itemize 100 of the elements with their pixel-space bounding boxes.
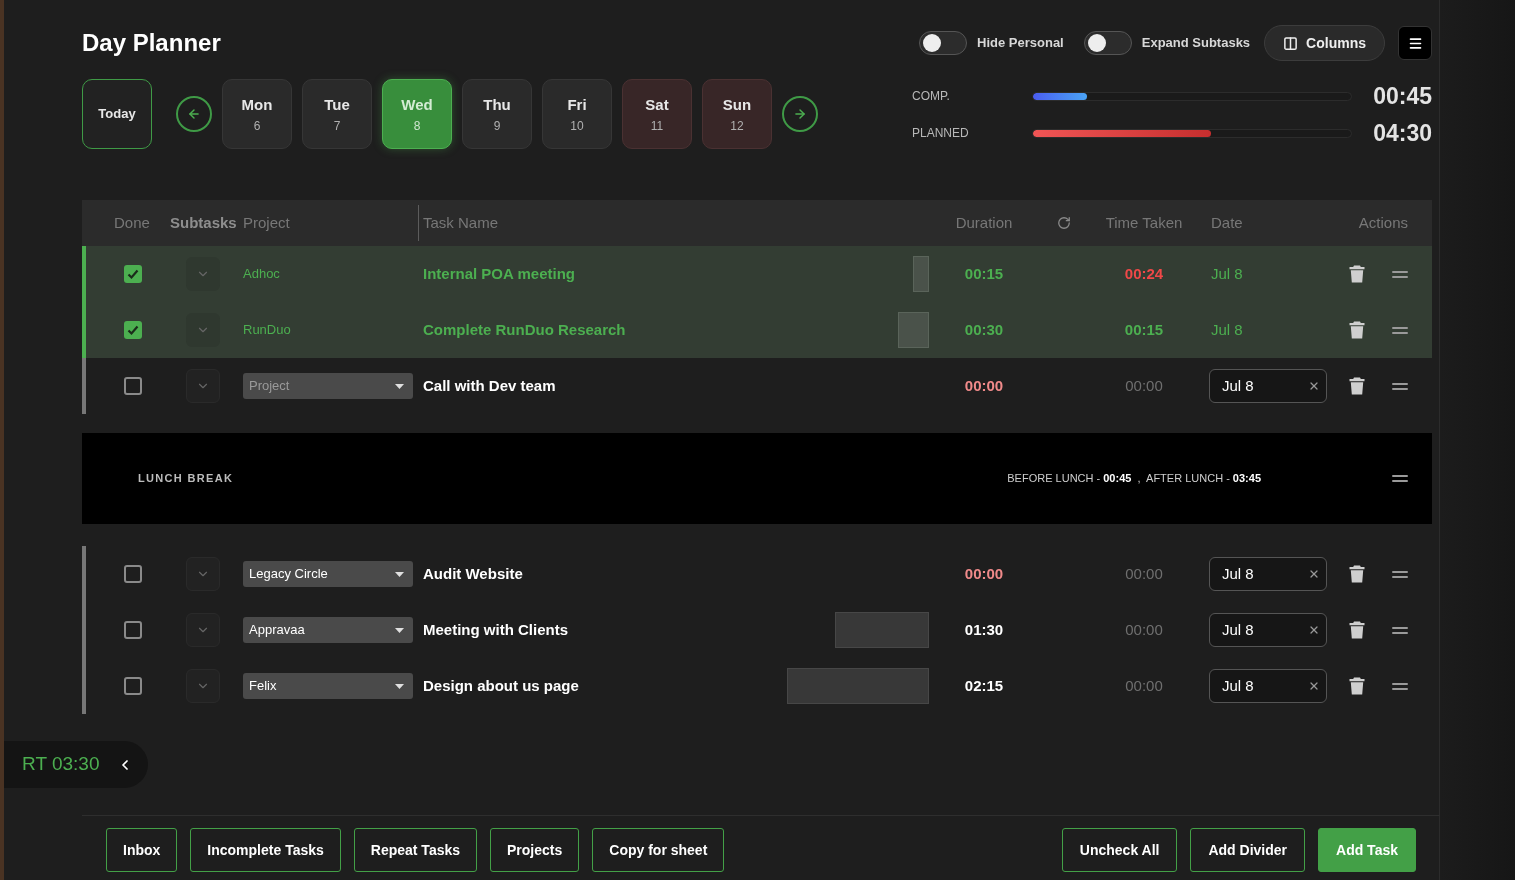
- time-taken-text: 00:24: [1124, 263, 1164, 284]
- done-checkbox[interactable]: [124, 621, 142, 639]
- trash-icon[interactable]: [1349, 677, 1365, 695]
- footer-button[interactable]: Inbox: [106, 828, 178, 872]
- done-checkbox[interactable]: [124, 677, 142, 695]
- done-checkbox[interactable]: [124, 565, 142, 583]
- drag-handle-icon[interactable]: [1392, 382, 1408, 390]
- app-title: Day Planner: [82, 28, 221, 58]
- footer-button[interactable]: Incomplete Tasks: [190, 828, 341, 872]
- toggle-switch[interactable]: [1083, 31, 1132, 55]
- toggle-label: Expand Subtasks: [1141, 34, 1251, 53]
- caret-down-icon: [395, 627, 404, 633]
- done-checkbox[interactable]: [124, 321, 142, 339]
- drag-handle-icon[interactable]: [1392, 475, 1408, 482]
- duration-text: 00:00: [964, 375, 1004, 396]
- progress-value: 04:30: [1373, 118, 1432, 148]
- time-taken-text: 00:00: [1125, 563, 1163, 584]
- subtasks-toggle-button[interactable]: [186, 257, 220, 291]
- refresh-icon[interactable]: [1057, 216, 1071, 230]
- project-text: RunDuo: [243, 321, 291, 340]
- menu-button[interactable]: [1398, 26, 1432, 60]
- day-button[interactable]: Fri 10: [542, 79, 612, 149]
- clear-icon[interactable]: [1308, 680, 1320, 692]
- task-name: Call with Dev team: [423, 375, 556, 396]
- day-button[interactable]: Mon 6: [222, 79, 292, 149]
- day-button[interactable]: Thu 9: [462, 79, 532, 149]
- menu-icon: [1407, 35, 1423, 51]
- drag-handle-icon[interactable]: [1392, 682, 1408, 690]
- column-header: Actions: [1358, 213, 1408, 231]
- columns-button[interactable]: Columns: [1264, 25, 1385, 61]
- clear-icon[interactable]: [1308, 624, 1320, 636]
- project-select[interactable]: Appravaa: [243, 617, 413, 643]
- date-field[interactable]: Jul 8: [1209, 669, 1327, 703]
- duration-text: 01:30: [964, 619, 1004, 640]
- footer-button[interactable]: Projects: [490, 828, 580, 872]
- footer-button[interactable]: Copy for sheet: [592, 828, 725, 872]
- time-taken-text: 00:15: [1124, 319, 1164, 340]
- caret-down-icon: [395, 571, 404, 577]
- trash-icon[interactable]: [1349, 565, 1365, 583]
- time-taken-text: 00:00: [1125, 375, 1163, 396]
- subtasks-toggle-button[interactable]: [186, 369, 220, 403]
- date-text: Jul 8: [1210, 319, 1243, 340]
- project-text: Adhoc: [243, 265, 280, 284]
- time-taken-text: 00:00: [1125, 619, 1163, 640]
- progress-label: COMP.: [912, 88, 951, 105]
- duration-text: 02:15: [964, 675, 1004, 696]
- today-button[interactable]: Today: [82, 79, 152, 149]
- drag-handle-icon[interactable]: [1392, 326, 1408, 334]
- date-field[interactable]: Jul 8: [1209, 613, 1327, 647]
- footer-button[interactable]: Uncheck All: [1061, 828, 1178, 872]
- trash-icon[interactable]: [1349, 621, 1365, 639]
- remaining-time-pill[interactable]: RT 03:30: [4, 741, 148, 788]
- project-select[interactable]: Felix: [243, 673, 413, 699]
- clear-icon[interactable]: [1308, 568, 1320, 580]
- progress-value: 00:45: [1373, 81, 1432, 111]
- drag-handle-icon[interactable]: [1392, 626, 1408, 634]
- column-header: Done: [114, 213, 150, 231]
- task-name: Meeting with Clients: [423, 619, 568, 640]
- subtasks-toggle-button[interactable]: [186, 313, 220, 347]
- column-header: Time Taken: [1105, 213, 1183, 231]
- date-field[interactable]: Jul 8: [1209, 369, 1327, 403]
- next-week-button[interactable]: [782, 96, 818, 132]
- day-button[interactable]: Tue 7: [302, 79, 372, 149]
- done-checkbox[interactable]: [124, 377, 142, 395]
- clear-icon[interactable]: [1308, 380, 1320, 392]
- lunch-summary-text: BEFORE LUNCH - 00:45 , AFTER LUNCH - 03:45: [1007, 471, 1261, 487]
- drag-handle-icon[interactable]: [1392, 570, 1408, 578]
- duration-text: 00:15: [964, 263, 1004, 284]
- subtasks-toggle-button[interactable]: [186, 669, 220, 703]
- task-name: Complete RunDuo Research: [423, 319, 626, 340]
- column-header: Duration: [955, 213, 1013, 231]
- columns-icon: [1283, 35, 1299, 51]
- trash-icon[interactable]: [1349, 321, 1365, 339]
- subtasks-toggle-button[interactable]: [186, 613, 220, 647]
- done-checkbox[interactable]: [124, 265, 142, 283]
- footer-button[interactable]: Repeat Tasks: [353, 828, 478, 872]
- toggle-switch[interactable]: [919, 31, 968, 55]
- task-name: Internal POA meeting: [423, 263, 575, 284]
- day-button[interactable]: Sat 11: [622, 79, 692, 149]
- divider-label: LUNCH BREAK: [137, 471, 234, 487]
- column-header: Project: [243, 213, 290, 231]
- trash-icon[interactable]: [1349, 377, 1365, 395]
- drag-handle-icon[interactable]: [1392, 270, 1408, 278]
- date-text: Jul 8: [1210, 263, 1243, 284]
- progress-label: PLANNED: [912, 125, 970, 142]
- arrow-left-icon: [187, 107, 201, 121]
- duration-text: 00:30: [964, 319, 1004, 340]
- subtasks-toggle-button[interactable]: [186, 557, 220, 591]
- column-header: Date: [1211, 213, 1243, 231]
- day-button[interactable]: Sun 12: [702, 79, 772, 149]
- column-header: Subtasks: [170, 213, 237, 231]
- date-field[interactable]: Jul 8: [1209, 557, 1327, 591]
- trash-icon[interactable]: [1349, 265, 1365, 283]
- previous-week-button[interactable]: [176, 96, 212, 132]
- arrow-right-icon: [793, 107, 807, 121]
- task-name: Design about us page: [423, 675, 579, 696]
- footer-button[interactable]: Add Divider: [1190, 828, 1305, 872]
- caret-down-icon: [395, 683, 404, 689]
- project-select[interactable]: Legacy Circle: [243, 561, 413, 587]
- toggle-label: Hide Personal: [977, 34, 1064, 53]
